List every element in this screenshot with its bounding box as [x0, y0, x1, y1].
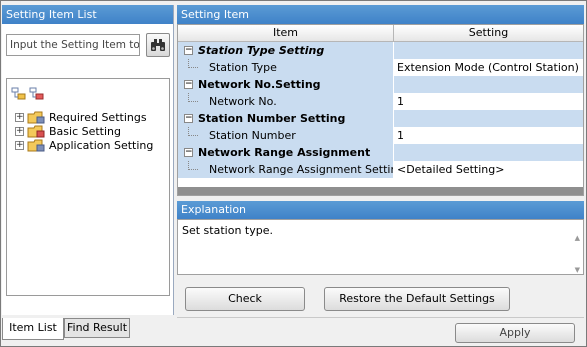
horizontal-scrollbar[interactable]	[178, 187, 583, 195]
folder-icon	[27, 139, 45, 151]
tab-item-list[interactable]: Item List	[2, 318, 64, 340]
find-button[interactable]	[146, 33, 170, 57]
settings-grid: Item Setting − Station Type Setting Stati…	[177, 24, 584, 196]
tree-item-label: Required Settings	[49, 110, 147, 124]
tree-item-label: Basic Setting	[49, 124, 122, 138]
expand-all-icon[interactable]	[11, 87, 27, 101]
item-cell: Network Range Assignment Setting	[178, 161, 393, 178]
category-label: Station Type Setting	[198, 44, 325, 57]
tree-item-required-settings[interactable]: + Required Settings	[15, 110, 147, 124]
setting-tree: + Required Settings + Basic Setting + Ap…	[6, 78, 170, 296]
setting-cell	[394, 144, 583, 161]
tree-item-label: Application Setting	[49, 138, 154, 152]
collapse-icon[interactable]: −	[184, 80, 193, 89]
tree-line	[188, 127, 198, 136]
explanation-text: Set station type.	[182, 224, 273, 237]
setting-cell	[394, 110, 583, 127]
item-cell: Station Number	[178, 127, 393, 144]
tree-line	[188, 93, 198, 102]
collapse-icon[interactable]: −	[184, 148, 193, 157]
scroll-up-icon[interactable]: ▲	[575, 234, 580, 242]
collapse-icon[interactable]: −	[184, 46, 193, 55]
setting-cell	[394, 76, 583, 93]
restore-default-button[interactable]: Restore the Default Settings	[324, 287, 510, 311]
tree-line	[188, 59, 198, 68]
setting-item-panel: Setting Item Item Setting − Station Type …	[177, 5, 584, 311]
category-row[interactable]: − Station Number Setting	[178, 110, 583, 127]
item-cell: − Network Range Assignment	[178, 144, 393, 161]
tab-find-result[interactable]: Find Result	[64, 318, 130, 338]
collapse-icon[interactable]: −	[184, 114, 193, 123]
category-row[interactable]: − Station Type Setting	[178, 42, 583, 59]
item-label: Network No.	[209, 95, 277, 108]
expand-icon[interactable]: +	[15, 112, 24, 122]
setting-cell	[394, 42, 583, 59]
category-label: Network No.Setting	[198, 78, 321, 91]
category-label: Network Range Assignment	[198, 146, 371, 159]
scroll-down-icon[interactable]: ▼	[575, 266, 580, 274]
setting-row[interactable]: Network Range Assignment Setting <Detail…	[178, 161, 583, 178]
setting-row[interactable]: Station Number 1	[178, 127, 583, 144]
item-cell: Station Type	[178, 59, 393, 76]
item-cell: − Station Type Setting	[178, 42, 393, 59]
folder-icon	[27, 125, 45, 137]
setting-value[interactable]: 1	[394, 127, 583, 144]
tree-item-basic-setting[interactable]: + Basic Setting	[15, 124, 121, 138]
category-label: Station Number Setting	[198, 112, 346, 125]
tree-line	[188, 161, 198, 170]
collapse-all-icon[interactable]	[29, 87, 45, 101]
folder-icon	[27, 111, 45, 123]
explanation-header: Explanation	[177, 201, 584, 219]
item-label: Network Range Assignment Setting	[209, 163, 393, 176]
item-cell: − Station Number Setting	[178, 110, 393, 127]
setting-value[interactable]: Extension Mode (Control Station)	[394, 59, 583, 76]
panel-header: Setting Item List	[2, 5, 173, 24]
apply-button[interactable]: Apply	[455, 323, 575, 343]
setting-value[interactable]: <Detailed Setting>	[394, 161, 583, 178]
column-header-item[interactable]: Item	[178, 25, 394, 42]
explanation-box: Set station type. ▲ ▼	[177, 219, 584, 275]
setting-row[interactable]: Station Type Extension Mode (Control Sta…	[178, 59, 583, 76]
category-row[interactable]: − Network No.Setting	[178, 76, 583, 93]
item-label: Station Number	[209, 129, 296, 142]
setting-row[interactable]: Network No. 1	[178, 93, 583, 110]
column-header-setting[interactable]: Setting	[394, 25, 583, 42]
item-label: Station Type	[209, 61, 277, 74]
binoculars-icon	[151, 39, 165, 51]
tree-item-application-setting[interactable]: + Application Setting	[15, 138, 153, 152]
check-button[interactable]: Check	[185, 287, 305, 311]
expand-icon[interactable]: +	[15, 126, 24, 136]
expand-icon[interactable]: +	[15, 140, 24, 150]
search-input[interactable]: Input the Setting Item to S	[6, 34, 140, 56]
item-cell: Network No.	[178, 93, 393, 110]
panel-header: Setting Item	[177, 5, 584, 24]
setting-value[interactable]: 1	[394, 93, 583, 110]
category-row[interactable]: − Network Range Assignment	[178, 144, 583, 161]
item-cell: − Network No.Setting	[178, 76, 393, 93]
